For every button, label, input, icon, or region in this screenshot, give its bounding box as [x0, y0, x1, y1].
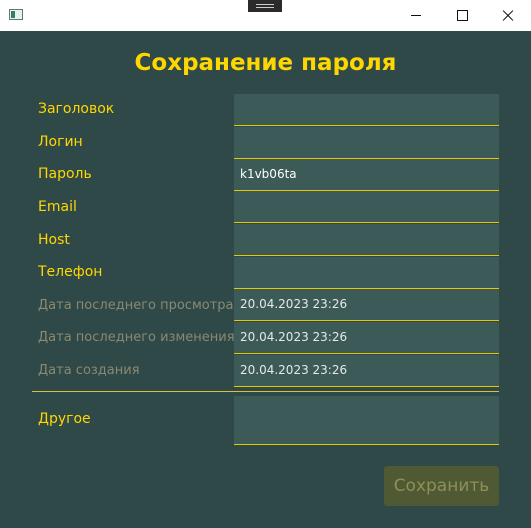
login-label: Логин	[38, 134, 83, 150]
form-title: Сохранение пароля	[134, 50, 397, 76]
minimize-button[interactable]	[393, 0, 439, 31]
minimize-icon	[411, 15, 421, 16]
host-label: Host	[38, 232, 70, 248]
last-modified-field: 20.04.2023 23:26	[234, 322, 499, 354]
other-label: Другое	[38, 411, 91, 427]
created-field: 20.04.2023 23:26	[234, 355, 499, 387]
last-modified-label: Дата последнего изменения	[38, 330, 235, 345]
last-viewed-label: Дата последнего просмотра	[38, 298, 234, 313]
password-field[interactable]: k1vb06ta	[234, 159, 499, 191]
last-viewed-field: 20.04.2023 23:26	[234, 289, 499, 321]
created-label: Дата создания	[38, 363, 140, 378]
host-field[interactable]	[234, 224, 499, 256]
phone-field[interactable]	[234, 257, 499, 289]
phone-label: Телефон	[38, 264, 103, 280]
close-button[interactable]	[485, 0, 531, 31]
title-field[interactable]	[234, 94, 499, 126]
password-label: Пароль	[38, 166, 92, 182]
window-app-icon	[9, 9, 23, 20]
login-field[interactable]	[234, 127, 499, 159]
maximize-button[interactable]	[439, 0, 485, 31]
email-field[interactable]	[234, 191, 499, 223]
drag-grip-icon[interactable]	[248, 0, 282, 12]
form-separator	[32, 391, 499, 392]
title-label: Заголовок	[38, 101, 115, 117]
maximize-icon	[456, 10, 468, 21]
save-button[interactable]: Сохранить	[384, 466, 499, 506]
window-titlebar[interactable]	[0, 0, 531, 31]
email-label: Email	[38, 199, 77, 215]
other-field[interactable]	[234, 396, 499, 445]
close-icon	[502, 10, 514, 22]
